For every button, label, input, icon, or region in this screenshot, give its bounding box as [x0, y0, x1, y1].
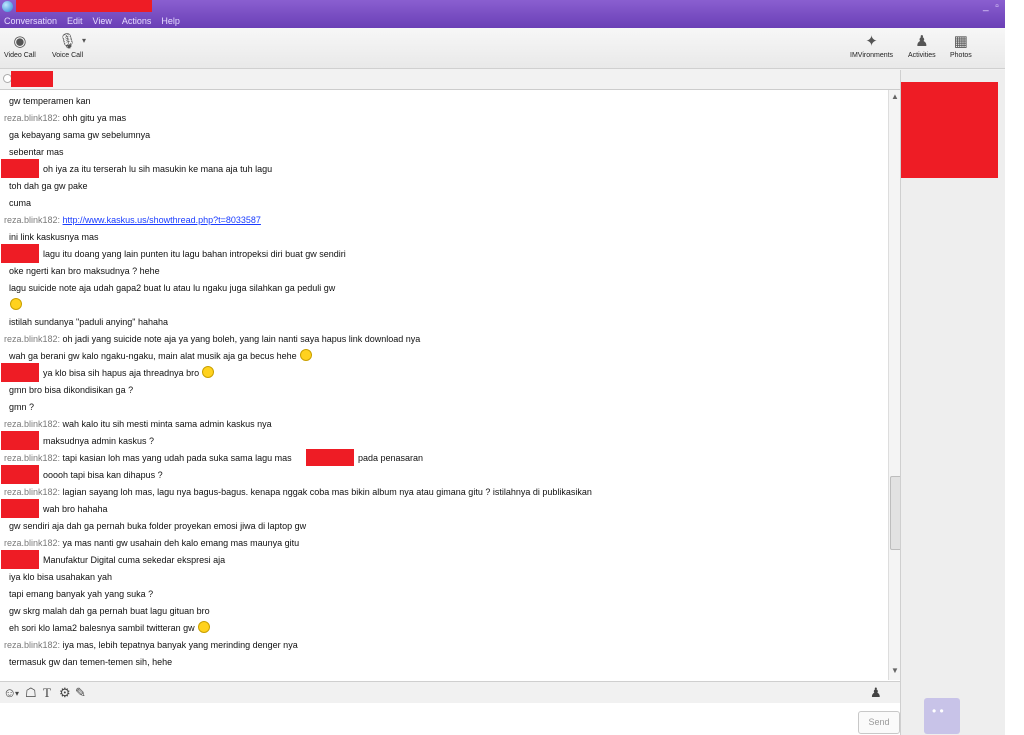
activities-label: Activities — [908, 52, 936, 59]
chat-message: reza.blink182: ohh gitu ya mas — [4, 113, 127, 123]
chat-message: reza.blink182: http://www.kaskus.us/show… — [4, 215, 261, 225]
laughing-emoji-icon — [299, 349, 312, 361]
chat-message: gmn bro bisa dikondisikan ga ? — [9, 385, 134, 395]
menu-conversation[interactable]: Conversation — [0, 14, 63, 28]
chat-message: tapi emang banyak yah yang suka ? — [9, 589, 154, 599]
chat-message: Manufaktur Digital cuma sekedar ekspresi… — [43, 555, 226, 565]
chat-message: toh dah ga gw pake — [9, 181, 88, 191]
chat-message: reza.blink182: oh jadi yang suicide note… — [4, 334, 421, 344]
chat-message: gw sendiri aja dah ga pernah buka folder… — [9, 521, 307, 531]
sender-redaction — [1, 465, 39, 484]
laughing-emoji-icon — [197, 621, 210, 633]
imvironments-button[interactable]: ✦ IMVironments — [850, 30, 893, 59]
chat-message: lagu suicide note aja udah gapa2 buat lu… — [9, 283, 336, 293]
contact-info-icon[interactable]: ♟ — [870, 685, 882, 701]
title-bar: _ ▫ ✕ Conversation Edit View Actions Hel… — [0, 0, 1024, 28]
chat-message: ya klo bisa sih hapus aja threadnya bro — [43, 366, 215, 380]
photos-icon: ▦ — [953, 33, 968, 50]
title-redaction — [16, 0, 152, 12]
kaskus-link[interactable]: http://www.kaskus.us/showthread.php?t=80… — [63, 215, 261, 225]
contact-redaction — [11, 71, 53, 87]
laughing-emoji-icon — [202, 366, 215, 378]
chat-message: gw skrg malah dah ga pernah buat lagu gi… — [9, 606, 210, 616]
chat-message: gw temperamen kan — [9, 96, 91, 106]
chat-message: cuma — [9, 198, 32, 208]
chat-message — [7, 298, 22, 312]
send-button[interactable]: Send — [858, 711, 900, 734]
photos-button[interactable]: ▦ Photos — [950, 30, 972, 59]
chat-message: istilah sundanya "paduli anying" hahaha — [9, 317, 169, 327]
contact-bar — [0, 69, 1024, 90]
chat-message: maksudnya admin kaskus ? — [43, 436, 155, 446]
yahoo-messenger-icon — [2, 1, 13, 12]
right-margin — [1005, 0, 1024, 735]
imvironment-icon[interactable]: ⚙ — [59, 685, 71, 701]
chat-history[interactable]: gw temperamen kan reza.blink182: ohh git… — [0, 90, 888, 680]
message-input[interactable] — [0, 703, 900, 735]
chat-message: oh iya za itu terserah lu sih masukin ke… — [43, 164, 273, 174]
buddy-avatar-redaction — [901, 82, 998, 178]
voice-call-dropdown-icon[interactable]: ▾ — [82, 36, 86, 45]
chat-message-continuation: pada penasaran — [358, 453, 424, 463]
name-redaction — [306, 449, 354, 466]
chat-message: sebentar mas — [9, 147, 64, 157]
laughing-emoji-icon — [10, 298, 22, 310]
display-image-panel — [900, 70, 1006, 735]
video-call-button[interactable]: ◉ Video Call — [4, 30, 36, 59]
toolbar: ◉ Video Call 🎙 Voice Call ▾ ✦ IMVironmen… — [0, 28, 1024, 69]
emoticon-dropdown-icon[interactable]: ▾ — [15, 689, 19, 698]
format-toolbar: ☺ ▾ ☖ T ⚙ ✎ ♟ — [0, 681, 900, 704]
sender-redaction — [1, 244, 39, 263]
chat-message: ooooh tapi bisa kan dihapus ? — [43, 470, 163, 480]
imvironments-icon: ✦ — [865, 33, 878, 50]
sender-redaction — [1, 159, 39, 178]
sender-redaction — [1, 499, 39, 518]
text-format-icon[interactable]: T — [43, 685, 51, 701]
chat-message: ini link kaskusnya mas — [9, 232, 99, 242]
audible-icon[interactable]: ☖ — [25, 685, 37, 701]
chat-message: ga kebayang sama gw sebelumnya — [9, 130, 151, 140]
imvironments-label: IMVironments — [850, 52, 894, 59]
menu-help[interactable]: Help — [157, 14, 186, 28]
sender-redaction — [1, 550, 39, 569]
menu-view[interactable]: View — [89, 14, 118, 28]
chat-message: reza.blink182: tapi kasian loh mas yang … — [4, 453, 292, 463]
sender-redaction — [1, 431, 39, 450]
video-call-label: Video Call — [4, 52, 36, 59]
chat-message: reza.blink182: lagian sayang loh mas, la… — [4, 487, 592, 497]
voice-call-label: Voice Call — [52, 52, 84, 59]
chat-message: wah bro hahaha — [43, 504, 108, 514]
chat-message: gmn ? — [9, 402, 35, 412]
chat-message: wah ga berani gw kalo ngaku-ngaku, main … — [9, 349, 312, 363]
photos-label: Photos — [950, 52, 972, 59]
chat-message: reza.blink182: ya mas nanti gw usahain d… — [4, 538, 300, 548]
chat-message: iya klo bisa usahakan yah — [9, 572, 113, 582]
webcam-icon: ◉ — [13, 33, 27, 50]
chat-message: reza.blink182: wah kalo itu sih mesti mi… — [4, 419, 272, 429]
chat-message: reza.blink182: iya mas, lebih tepatnya b… — [4, 640, 298, 650]
menu-actions[interactable]: Actions — [118, 14, 158, 28]
menu-bar: Conversation Edit View Actions Help — [0, 14, 186, 28]
chat-message: lagu itu doang yang lain punten itu lagu… — [43, 249, 346, 259]
my-avatar[interactable] — [924, 698, 960, 734]
activities-button[interactable]: ♟ Activities — [908, 30, 936, 59]
chat-message: eh sori klo lama2 balesnya sambil twitte… — [9, 621, 210, 635]
attachment-icon[interactable]: ✎ — [75, 685, 86, 701]
microphone-icon: 🎙 — [58, 33, 78, 50]
chat-message: oke ngerti kan bro maksudnya ? hehe — [9, 266, 160, 276]
menu-edit[interactable]: Edit — [63, 14, 89, 28]
sender-redaction — [1, 363, 39, 382]
voice-call-button[interactable]: 🎙 Voice Call — [52, 30, 83, 59]
activities-icon: ♟ — [915, 33, 929, 50]
chat-message: termasuk gw dan temen-temen sih, hehe — [9, 657, 173, 667]
